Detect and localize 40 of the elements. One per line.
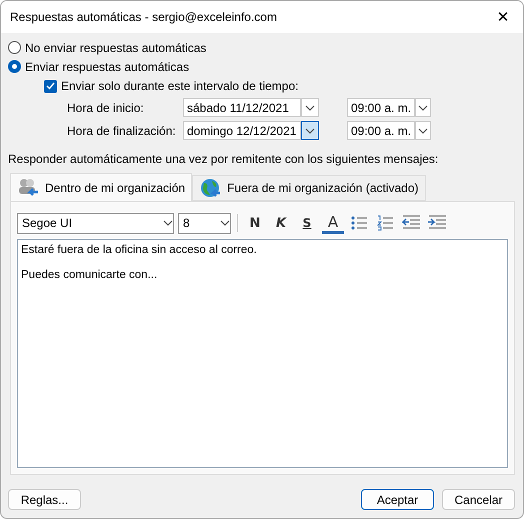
italic-button[interactable]: K	[270, 212, 292, 234]
font-size-select[interactable]: 8	[178, 212, 231, 234]
field-label: Hora de inicio:	[67, 100, 145, 114]
instruction-text: Responder automáticamente una vez por remitente con los siguientes mensajes:	[8, 152, 440, 166]
date-dropdown-button[interactable]	[301, 121, 319, 140]
bold-button[interactable]: N	[244, 212, 266, 234]
chevron-down-icon	[220, 220, 230, 226]
close-button[interactable]: ✕	[483, 1, 523, 33]
chevron-down-icon	[418, 128, 428, 134]
chevron-down-icon	[418, 104, 428, 110]
chevron-down-icon	[305, 128, 315, 134]
time-dropdown-button[interactable]	[415, 121, 431, 140]
dialog-button[interactable]: Aceptar	[361, 489, 434, 510]
radio-label: Enviar respuestas automáticas	[25, 60, 190, 74]
dialog-button[interactable]: Reglas...	[8, 489, 81, 510]
radio-label: No enviar respuestas automáticas	[25, 40, 206, 54]
tab[interactable]: Dentro de mi organización	[10, 173, 192, 201]
checkbox[interactable]	[44, 80, 57, 92]
font-select[interactable]: Segoe UI	[17, 212, 174, 234]
chevron-down-icon	[163, 220, 173, 226]
time-field[interactable]: 09:00 a. m.	[347, 98, 415, 117]
field-label: Hora de finalización:	[67, 124, 177, 138]
radio-button[interactable]	[8, 60, 21, 73]
window-title: Respuestas automáticas - sergio@exceleinfo.com	[10, 10, 277, 24]
time-field[interactable]: 09:00 a. m.	[347, 121, 415, 140]
message-paragraph: Estaré fuera de la oficina sin acceso al correo.	[21, 244, 258, 256]
time-dropdown-button[interactable]	[415, 98, 431, 117]
people-icon	[17, 178, 39, 198]
radio-button[interactable]	[8, 41, 21, 54]
message-paragraph: Puedes comunicarte con...	[21, 269, 158, 281]
message-editor[interactable]: Estaré fuera de la oficina sin acceso al correo. Puedes comunicarte con...	[17, 239, 508, 468]
tab[interactable]: Fuera de mi organización (activado)	[192, 175, 426, 201]
underline-button[interactable]: S	[296, 212, 318, 234]
dialog-button[interactable]: Cancelar	[442, 489, 515, 510]
chevron-down-icon	[305, 104, 315, 110]
date-field[interactable]: domingo 12/12/2021	[183, 121, 301, 140]
font-color-button[interactable]: A	[322, 212, 344, 234]
date-field[interactable]: sábado 11/12/2021	[183, 98, 301, 117]
globe-icon	[199, 178, 222, 198]
checkbox-label: Enviar solo durante este intervalo de tiempo:	[61, 79, 298, 93]
